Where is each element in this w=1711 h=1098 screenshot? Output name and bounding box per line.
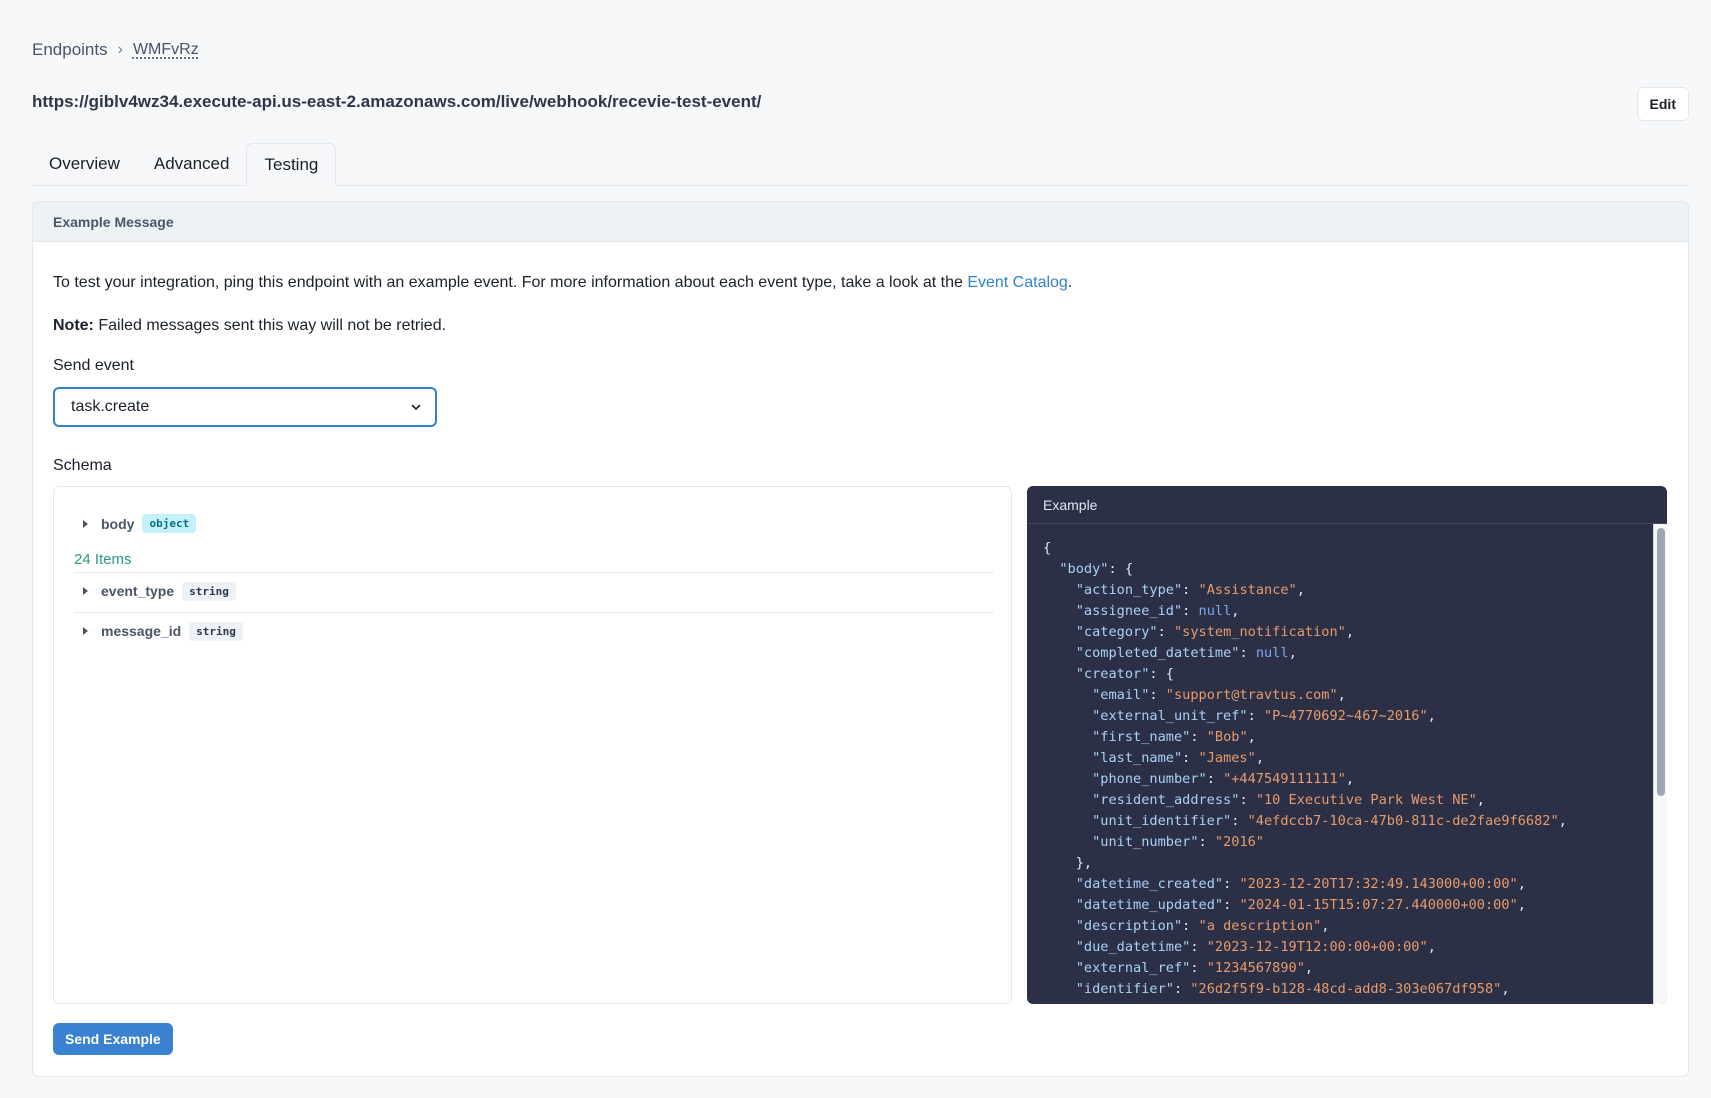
schema-prop-body[interactable]: body object — [83, 514, 197, 533]
send-event-label: Send event — [53, 357, 134, 374]
items-count[interactable]: 24 Items — [74, 551, 132, 568]
code-line: "identifier": "26d2f5f9-b128-48cd-add8-3… — [1075, 981, 1510, 997]
example-message-card: Example Message To test your integration… — [32, 201, 1689, 1077]
note-label: Note: — [53, 317, 94, 334]
intro-text: To test your integration, ping this endp… — [53, 274, 1072, 292]
endpoint-url-title: https://giblv4wz34.execute-api.us-east-2… — [32, 92, 762, 111]
selected-event-value: task.create — [71, 398, 150, 415]
tab-testing[interactable]: Testing — [246, 143, 337, 186]
code-line: "description": "a description", — [1075, 918, 1330, 934]
tab-advanced[interactable]: Advanced — [137, 143, 247, 185]
code-line: "email": "support@travtus.com", — [1092, 687, 1346, 703]
code-line: "unit_identifier": "4efdccb7-10ca-47b0-8… — [1092, 813, 1567, 829]
code-line: "last_name": "James", — [1092, 750, 1264, 766]
code-line: "unit_number": "2016" — [1092, 834, 1264, 850]
schema-prop-event-type[interactable]: event_type string — [83, 573, 236, 609]
code-line: "datetime_updated": "2024-01-15T15:07:27… — [1075, 897, 1526, 913]
schema-tree: body object 24 Items event_type string m… — [53, 486, 1012, 1004]
event-type-select[interactable]: task.create — [53, 387, 437, 427]
note-text: Failed messages sent this way will not b… — [93, 317, 447, 334]
chevron-right-icon: › — [117, 41, 123, 58]
scrollbar-thumb[interactable] — [1657, 528, 1665, 796]
type-badge: string — [189, 621, 243, 641]
example-title: Example — [1027, 486, 1667, 524]
schema-label: Schema — [53, 457, 112, 474]
code-line: "category": "system_notification", — [1075, 624, 1355, 640]
code-line: "external_unit_ref": "P~4770692~467~2016… — [1092, 708, 1436, 724]
code-line: "assignee_id": null, — [1075, 603, 1240, 619]
code-line: "phone_number": "+447549111111", — [1092, 771, 1355, 787]
intro-end: . — [1067, 274, 1073, 291]
code-line: "creator": { — [1075, 666, 1174, 682]
breadcrumb: Endpoints › WMFvRz — [32, 40, 199, 60]
code-line: "completed_datetime": null, — [1075, 645, 1297, 661]
chevron-down-icon — [411, 404, 421, 410]
prop-name: event_type — [101, 583, 175, 599]
example-code-panel: Example { "body": { "action_type": "Assi… — [1027, 486, 1667, 1004]
breadcrumb-endpoints-link[interactable]: Endpoints — [32, 40, 108, 60]
breadcrumb-endpoint-id: WMFvRz — [132, 41, 199, 58]
tab-bar: Overview Advanced Testing — [32, 143, 1689, 186]
schema-prop-message-id[interactable]: message_id string — [83, 613, 243, 649]
type-badge: string — [182, 581, 236, 601]
code-line: "datetime_created": "2023-12-20T17:32:49… — [1075, 876, 1526, 892]
edit-button[interactable]: Edit — [1636, 87, 1689, 121]
code-line: "due_datetime": "2023-12-19T12:00:00+00:… — [1075, 939, 1436, 955]
type-badge: object — [142, 514, 197, 533]
code-line: }, — [1043, 855, 1093, 871]
example-json-code: { "body": { "action_type": "Assistance",… — [1043, 538, 1567, 1000]
code-line: "external_ref": "1234567890", — [1075, 960, 1314, 976]
code-line: "first_name": "Bob", — [1092, 729, 1256, 745]
send-example-button[interactable]: Send Example — [53, 1023, 173, 1055]
prop-name: message_id — [101, 623, 182, 639]
intro-body: To test your integration, ping this endp… — [53, 274, 968, 291]
tab-overview[interactable]: Overview — [32, 143, 137, 185]
code-line: { — [1043, 540, 1052, 556]
card-title: Example Message — [33, 202, 1688, 242]
event-catalog-link[interactable]: Event Catalog — [967, 274, 1068, 291]
code-line: "body": { — [1059, 561, 1134, 577]
code-line: "resident_address": "10 Executive Park W… — [1092, 792, 1485, 808]
retry-note: Note: Failed messages sent this way will… — [53, 317, 446, 335]
code-line: "action_type": "Assistance", — [1075, 582, 1305, 598]
expand-caret-icon — [83, 519, 88, 528]
prop-name: body — [101, 515, 135, 532]
expand-caret-icon — [83, 627, 88, 635]
expand-caret-icon — [83, 587, 88, 595]
scrollbar[interactable] — [1653, 524, 1667, 1004]
